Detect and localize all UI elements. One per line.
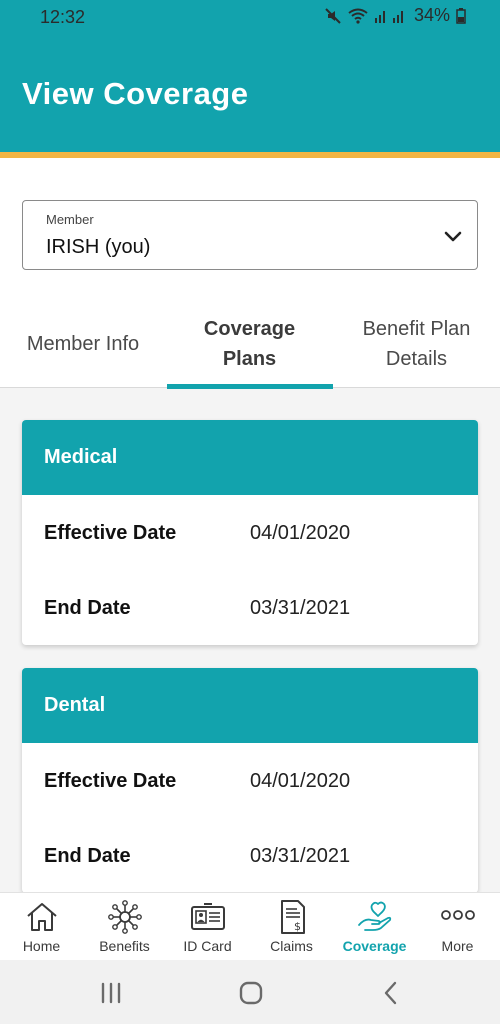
home-icon xyxy=(26,903,57,931)
active-tab-indicator xyxy=(167,384,333,389)
end-date-row: End Date 03/31/2021 xyxy=(22,818,478,893)
end-date-row: End Date 03/31/2021 xyxy=(22,570,478,645)
status-icons: 34% xyxy=(324,5,466,26)
nav-label: Home xyxy=(22,938,61,954)
back-icon[interactable] xyxy=(376,978,406,1008)
effective-date-label: Effective Date xyxy=(44,522,177,544)
effective-date-value: 04/01/2020 xyxy=(250,522,351,544)
mute-icon xyxy=(324,7,342,25)
nav-id-card[interactable]: ID Card xyxy=(166,893,249,961)
nav-label: Benefits xyxy=(99,938,150,954)
tab-label: Benefit Plan Details xyxy=(362,318,471,370)
page-title: View Coverage xyxy=(22,76,249,111)
recent-apps-icon[interactable] xyxy=(96,978,126,1008)
bottom-navigation: Home Benefits ID Card $ Claims Coverage … xyxy=(0,892,500,960)
coverage-icon xyxy=(357,901,391,931)
coverage-tabs: Member Info Coverage Plans Benefit Plan … xyxy=(0,300,500,389)
end-date-value: 03/31/2021 xyxy=(250,845,351,867)
end-date-label: End Date xyxy=(44,597,131,619)
battery-icon xyxy=(456,7,466,24)
effective-date-label: Effective Date xyxy=(44,770,177,792)
tab-benefit-plan-details[interactable]: Benefit Plan Details xyxy=(333,300,500,388)
member-dropdown[interactable]: Member IRISH (you) xyxy=(22,200,478,270)
more-icon xyxy=(440,910,475,920)
signal-icon xyxy=(374,8,408,24)
svg-text:$: $ xyxy=(294,920,301,933)
benefits-icon xyxy=(107,900,142,934)
nav-coverage[interactable]: Coverage xyxy=(333,893,416,961)
home-button-icon[interactable] xyxy=(236,978,266,1008)
nav-label: More xyxy=(441,938,474,954)
wifi-icon xyxy=(348,8,368,24)
effective-date-value: 04/01/2020 xyxy=(250,770,351,792)
effective-date-row: Effective Date 04/01/2020 xyxy=(22,495,478,570)
member-dropdown-value: IRISH (you) xyxy=(46,236,151,258)
plan-card-title: Medical xyxy=(22,420,478,495)
nav-label: ID Card xyxy=(183,938,232,954)
chevron-down-icon xyxy=(444,231,462,242)
nav-label: Coverage xyxy=(342,938,407,954)
tab-label: Member Info xyxy=(26,333,140,355)
nav-benefits[interactable]: Benefits xyxy=(83,893,166,961)
end-date-label: End Date xyxy=(44,845,131,867)
plan-card-medical: Medical Effective Date 04/01/2020 End Da… xyxy=(22,420,478,645)
tab-label: Coverage Plans xyxy=(203,318,296,370)
id-card-icon xyxy=(190,903,225,930)
end-date-value: 03/31/2021 xyxy=(250,597,351,619)
plan-card-title: Dental xyxy=(22,668,478,743)
app-header: 12:32 34% View Coverage xyxy=(0,0,500,152)
nav-home[interactable]: Home xyxy=(0,893,83,961)
plan-card-dental: Dental Effective Date 04/01/2020 End Dat… xyxy=(22,668,478,893)
system-navigation-bar xyxy=(0,960,500,1024)
tab-coverage-plans[interactable]: Coverage Plans xyxy=(166,300,333,388)
tab-member-info[interactable]: Member Info xyxy=(0,300,166,388)
nav-claims[interactable]: $ Claims xyxy=(250,893,333,961)
nav-more[interactable]: More xyxy=(416,893,499,961)
member-dropdown-label: Member xyxy=(46,212,94,227)
claims-icon: $ xyxy=(280,900,305,934)
status-bar: 12:32 34% xyxy=(0,0,500,34)
nav-label: Claims xyxy=(270,938,313,954)
status-time: 12:32 xyxy=(40,7,86,27)
effective-date-row: Effective Date 04/01/2020 xyxy=(22,743,478,818)
battery-percent: 34% xyxy=(413,5,450,25)
